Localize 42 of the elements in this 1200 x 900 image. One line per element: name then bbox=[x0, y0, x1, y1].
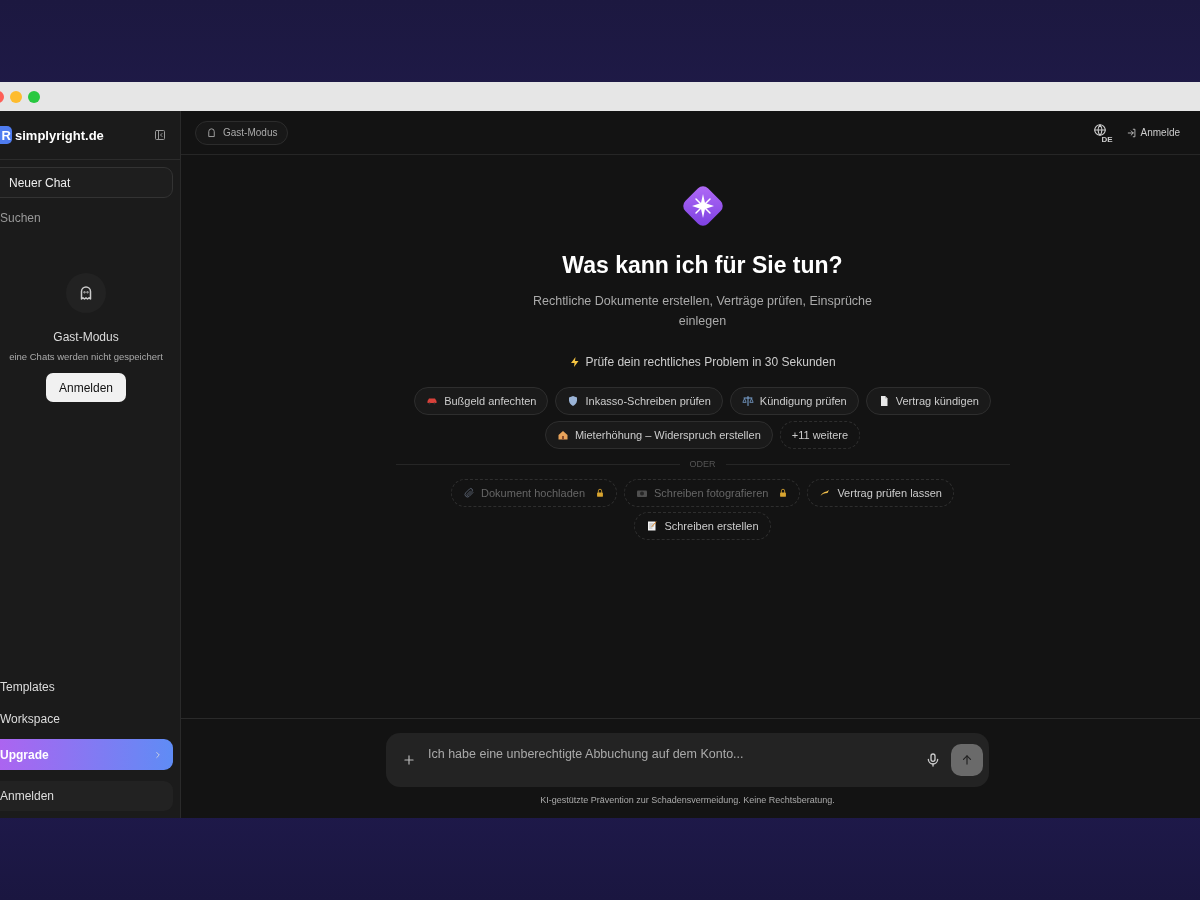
suggestion-chip[interactable]: Mieterhöhung – Widerspruch erstellen bbox=[544, 421, 773, 449]
sign-in-item[interactable]: Anmelden bbox=[0, 781, 173, 811]
sign-in-icon bbox=[1126, 127, 1137, 138]
lock-icon bbox=[778, 488, 789, 498]
mode-badge: Gast-Modus bbox=[195, 120, 289, 145]
microphone-icon[interactable] bbox=[925, 752, 941, 768]
shield-icon bbox=[567, 395, 580, 407]
globe-icon bbox=[1092, 122, 1107, 137]
message-input-field[interactable]: Ich habe eine unberechtigte Abbuchung auf dem Konto... bbox=[426, 742, 915, 766]
guest-title: Gast-Modus bbox=[53, 330, 119, 344]
arrow-up-icon bbox=[960, 753, 974, 767]
sign-in-link[interactable]: Anmelde bbox=[1126, 127, 1180, 138]
suggestion-chip[interactable]: Kündigung prüfen bbox=[729, 387, 859, 415]
subtitle: Rechtliche Dokumente erstellen, Verträge prüfen, Einsprüche einlegen bbox=[531, 293, 874, 330]
divider-label: ODER bbox=[689, 459, 716, 469]
chevron-icon bbox=[153, 749, 163, 760]
suggestion-chip[interactable]: Bußgeld anfechten bbox=[414, 387, 549, 415]
suggestion-chip[interactable]: Vertrag kündigen bbox=[865, 387, 991, 415]
new-chat-button[interactable]: Neuer Chat bbox=[0, 167, 173, 198]
search-item[interactable]: Suchen bbox=[0, 209, 180, 227]
guest-note: eine Chats werden nicht gespeichert bbox=[9, 351, 163, 362]
send-button[interactable] bbox=[951, 744, 983, 776]
disclaimer: KI-gestützte Prävention zur Schadensvermeidung. Keine Rechtsberatung. bbox=[540, 795, 835, 805]
paperclip-icon bbox=[463, 487, 476, 499]
nav-item[interactable]: Workspace bbox=[0, 703, 173, 735]
chat-input-box[interactable]: Ich habe eine unberechtigte Abbuchung auf dem Konto... bbox=[386, 733, 989, 787]
upgrade-button[interactable]: Upgrade bbox=[0, 739, 173, 770]
sign-in-button[interactable]: Anmelden bbox=[45, 373, 126, 402]
memo-icon bbox=[646, 520, 659, 532]
lock-icon bbox=[595, 488, 605, 498]
plus-icon[interactable] bbox=[402, 753, 416, 767]
brand-name: simplyright.de bbox=[15, 127, 105, 143]
house-icon bbox=[556, 429, 569, 441]
suggestion-chip[interactable]: Inkasso-Schreiben prüfen bbox=[555, 387, 723, 415]
logo-mark: R bbox=[0, 126, 12, 144]
ghost-icon bbox=[206, 127, 217, 138]
maximize-button[interactable] bbox=[28, 90, 40, 103]
scales-icon bbox=[741, 395, 754, 407]
sidebar-toggle-icon[interactable] bbox=[154, 129, 166, 141]
nav-item[interactable]: Templates bbox=[0, 671, 173, 703]
tagline: Prüfe dein rechtliches Problem in 30 Sekunden bbox=[569, 355, 836, 369]
heading: Was kann ich für Sie tun? bbox=[562, 252, 843, 279]
